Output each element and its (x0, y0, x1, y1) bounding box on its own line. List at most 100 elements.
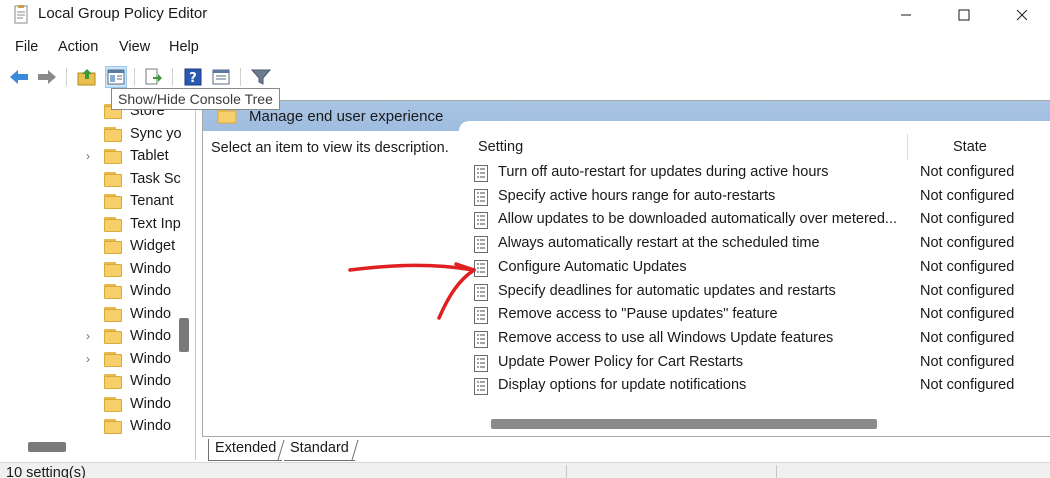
setting-name: Specify active hours range for auto-rest… (498, 187, 776, 204)
setting-state: Not configured (920, 329, 1015, 346)
forward-button[interactable] (36, 66, 58, 88)
window-title: Local Group Policy Editor (38, 5, 208, 22)
close-icon (1016, 9, 1028, 21)
setting-row[interactable]: Remove access to "Pause updates" feature… (473, 304, 1050, 327)
menu-bar: File Action View Help (0, 36, 1050, 60)
show-hide-console-tree-button[interactable] (105, 66, 127, 88)
view-tabs: Extended Standard (202, 436, 1050, 461)
setting-row[interactable]: Specify deadlines for automatic updates … (473, 281, 1050, 304)
setting-name: Display options for update notifications (498, 377, 747, 394)
expand-chevron-icon[interactable]: › (86, 149, 90, 163)
tree-item[interactable]: › Tablet (0, 146, 180, 168)
folder-icon (104, 216, 122, 232)
setting-state: Not configured (920, 353, 1015, 370)
tab-standard[interactable]: Standard (284, 439, 355, 461)
back-icon (10, 70, 28, 84)
status-divider (776, 465, 777, 478)
tree-item[interactable]: Windo (0, 281, 180, 303)
expand-chevron-icon[interactable]: › (86, 352, 90, 366)
setting-row[interactable]: Specify active hours range for auto-rest… (473, 186, 1050, 209)
horizontal-scrollbar-thumb[interactable] (491, 419, 877, 429)
setting-name: Allow updates to be downloaded automatic… (498, 211, 897, 228)
setting-state: Not configured (920, 377, 1015, 394)
status-text: 10 setting(s) (6, 465, 86, 478)
status-divider (566, 465, 567, 478)
tree-vertical-scrollbar-thumb[interactable] (179, 318, 189, 352)
menu-file[interactable]: File (15, 39, 38, 55)
setting-row[interactable]: Configure Automatic Updates Not configure… (473, 257, 1050, 280)
setting-row[interactable]: Always automatically restart at the sche… (473, 233, 1050, 256)
tree-item[interactable]: Windo (0, 304, 180, 326)
folder-icon (104, 374, 122, 389)
extended-view-button[interactable] (210, 66, 232, 88)
tree-horizontal-scrollbar-thumb[interactable] (28, 442, 66, 452)
setting-state: Not configured (920, 164, 1015, 180)
policy-setting-icon (473, 165, 489, 182)
tab-divider (277, 439, 285, 461)
tree-item-label: Tenant (130, 193, 174, 209)
minimize-button[interactable] (877, 0, 935, 30)
menu-action[interactable]: Action (58, 39, 98, 55)
tree-item[interactable]: Sync yo (0, 124, 182, 146)
up-one-level-button[interactable] (76, 66, 98, 88)
tree-item-label: Tablet (130, 148, 169, 164)
tree-item-label: Windo (130, 418, 172, 434)
tree-item[interactable]: Widget (0, 236, 180, 258)
filter-icon (251, 69, 271, 85)
close-button[interactable] (993, 0, 1050, 30)
tree-item[interactable]: Task Sc (0, 169, 181, 191)
setting-name: Always automatically restart at the sche… (498, 235, 820, 252)
setting-row[interactable]: Display options for update notifications… (473, 375, 1050, 398)
back-button[interactable] (8, 66, 30, 88)
tree-item[interactable]: Text Inp (0, 214, 181, 236)
tree-item[interactable]: Windo (0, 371, 180, 393)
tab-extended[interactable]: Extended (208, 439, 283, 461)
up-folder-icon (77, 69, 96, 86)
toolbar-separator (240, 68, 241, 86)
description-text: Select an item to view its description. (211, 140, 449, 156)
setting-row[interactable]: Remove access to use all Windows Update … (473, 328, 1050, 351)
policy-setting-icon (473, 354, 489, 372)
setting-state: Not configured (920, 306, 1015, 323)
folder-icon (104, 239, 122, 254)
column-header-setting[interactable]: Setting (478, 139, 523, 155)
tree-item[interactable]: Tenant (0, 191, 180, 213)
expand-chevron-icon[interactable]: › (86, 329, 90, 343)
setting-name: Configure Automatic Updates (498, 258, 687, 275)
setting-state: Not configured (920, 211, 1015, 228)
setting-state: Not configured (920, 235, 1015, 252)
column-divider[interactable] (907, 134, 908, 160)
filter-button[interactable] (250, 66, 272, 88)
tree-item-label: Windo (130, 260, 172, 277)
export-list-icon (145, 68, 162, 85)
setting-state: Not configured (920, 258, 1015, 275)
setting-name: Update Power Policy for Cart Restarts (498, 353, 743, 370)
tree-item[interactable]: Windo (0, 394, 180, 416)
export-list-button[interactable] (143, 66, 165, 88)
tree-item[interactable]: Windo (0, 416, 180, 438)
maximize-button[interactable] (935, 0, 993, 30)
setting-row[interactable]: Turn off auto-restart for updates during… (473, 162, 1050, 185)
tree-item[interactable]: Windo (0, 259, 180, 281)
details-pane: Manage end user experience Select an ite… (202, 100, 1050, 460)
help-icon: ? (184, 68, 202, 86)
setting-row[interactable]: Allow updates to be downloaded automatic… (473, 209, 1050, 232)
console-tree[interactable]: Store Sync yo › Tablet Task Sc Tenant Text Inp… (0, 92, 196, 460)
category-title: Manage end user experience (249, 108, 444, 125)
menu-help[interactable]: Help (169, 39, 199, 55)
menu-view[interactable]: View (119, 39, 150, 55)
setting-state: Not configured (920, 187, 1015, 204)
show-hide-console-tree-icon (107, 69, 125, 85)
folder-icon (104, 149, 122, 164)
tree-item[interactable]: › Windo (0, 326, 180, 348)
status-bar: 10 setting(s) (0, 462, 1050, 478)
setting-row[interactable]: Update Power Policy for Cart Restarts Not… (473, 352, 1050, 375)
setting-name: Remove access to use all Windows Update … (498, 329, 834, 346)
toolbar-separator (172, 68, 173, 86)
column-header-state[interactable]: State (953, 139, 987, 155)
folder-icon (104, 284, 122, 299)
tree-item[interactable]: › Windo (0, 349, 180, 371)
setting-name: Remove access to "Pause updates" feature (498, 306, 778, 323)
help-button[interactable]: ? (182, 66, 204, 88)
tree-item-label: Text Inp (130, 215, 181, 232)
